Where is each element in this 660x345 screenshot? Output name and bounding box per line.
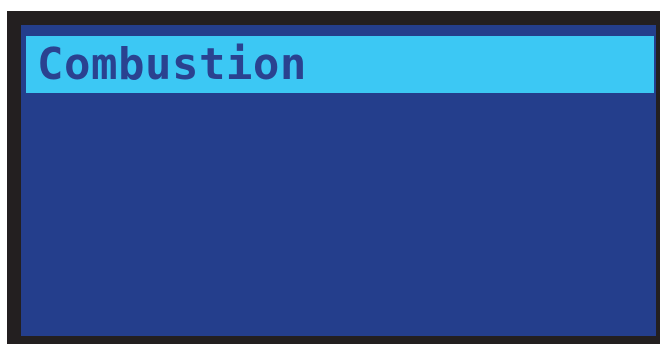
menu-item-combustion[interactable]: Combustion — [26, 36, 654, 93]
menu-item-label: Combustion — [37, 38, 307, 90]
display-bezel: Combustion — [7, 11, 660, 344]
display-screen: Combustion — [21, 25, 656, 336]
